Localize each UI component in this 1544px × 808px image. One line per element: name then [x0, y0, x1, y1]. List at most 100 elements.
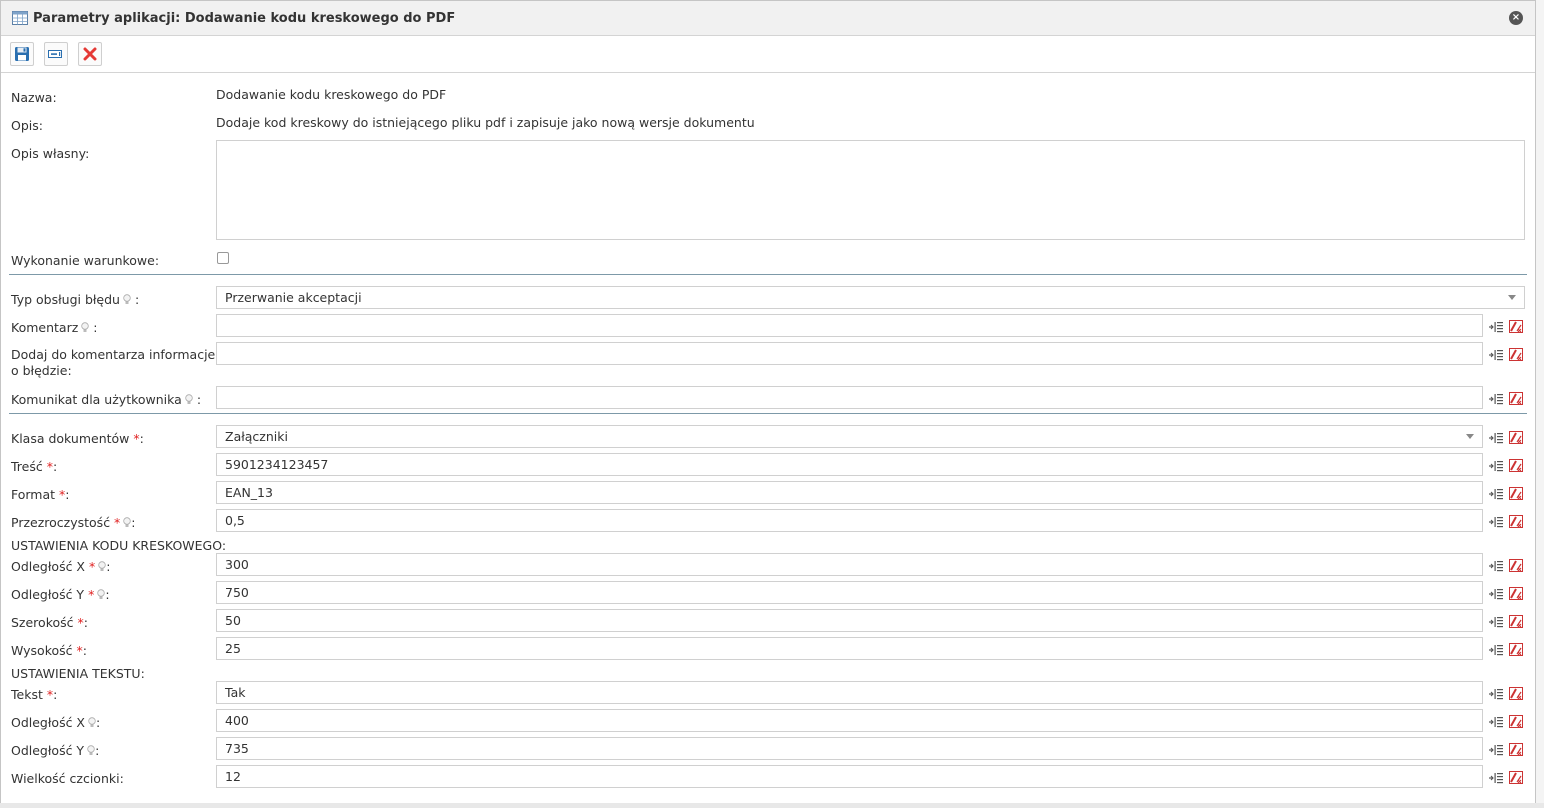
chevron-down-icon[interactable] — [1466, 434, 1474, 439]
insert-variable-icon[interactable] — [1488, 431, 1504, 445]
delete-button[interactable] — [78, 42, 102, 66]
colon: : — [83, 615, 88, 630]
insert-variable-icon[interactable] — [1488, 348, 1504, 362]
insert-variable-icon[interactable] — [1488, 771, 1504, 785]
width-label-text: Szerokość — [11, 615, 74, 630]
document-class-label-text: Klasa dokumentów — [11, 431, 130, 446]
dialog-title: Parametry aplikacji: Dodawanie kodu kres… — [33, 10, 456, 26]
clear-field-icon[interactable] — [1508, 319, 1524, 334]
clear-field-icon[interactable] — [1508, 770, 1524, 785]
colon: : — [96, 715, 101, 730]
own-description-label: Opis własny: — [11, 146, 90, 161]
document-class-select[interactable]: Załączniki — [216, 425, 1483, 448]
comment-label-text: Komentarz — [11, 320, 79, 335]
table-icon — [12, 11, 28, 25]
clear-field-icon[interactable] — [1508, 558, 1524, 573]
text-actions — [1488, 686, 1524, 701]
insert-variable-icon[interactable] — [1488, 559, 1504, 573]
barcode-distance-x-input[interactable]: 300 — [216, 553, 1483, 576]
own-description-textarea[interactable] — [216, 140, 1525, 240]
insert-variable-icon[interactable] — [1488, 515, 1504, 529]
barcode-distance-y-actions — [1488, 586, 1524, 601]
insert-variable-icon[interactable] — [1488, 587, 1504, 601]
height-actions — [1488, 642, 1524, 657]
insert-variable-icon[interactable] — [1488, 459, 1504, 473]
clear-field-icon[interactable] — [1508, 586, 1524, 601]
font-size-input[interactable]: 12 — [216, 765, 1483, 788]
barcode-settings-heading: USTAWIENIA KODU KRESKOWEGO: — [11, 538, 227, 553]
close-icon[interactable]: × — [1509, 11, 1523, 25]
format-label-text: Format — [11, 487, 56, 502]
variable-icon — [48, 50, 62, 58]
text-settings-heading: USTAWIENIA TEKSTU: — [11, 666, 145, 681]
name-value: Dodawanie kodu kreskowego do PDF — [216, 87, 447, 102]
barcode-distance-y-label: Odległość Y *: — [11, 587, 216, 603]
document-class-value: Załączniki — [225, 429, 288, 444]
text-label: Tekst *: — [11, 687, 216, 703]
barcode-distance-x-label-text: Odległość X — [11, 559, 85, 574]
content-input[interactable]: 5901234123457 — [216, 453, 1483, 476]
insert-variable-icon[interactable] — [1488, 392, 1504, 406]
clear-field-icon[interactable] — [1508, 686, 1524, 701]
vertical-scrollbar[interactable] — [1536, 0, 1544, 808]
clear-field-icon[interactable] — [1508, 347, 1524, 362]
insert-variable-icon[interactable] — [1488, 715, 1504, 729]
insert-variable-icon[interactable] — [1488, 643, 1504, 657]
error-type-select[interactable]: Przerwanie akceptacji — [216, 286, 1525, 309]
width-input[interactable]: 50 — [216, 609, 1483, 632]
text-input[interactable]: Tak — [216, 681, 1483, 704]
hint-bulb-icon[interactable] — [123, 294, 131, 305]
colon: : — [93, 320, 98, 335]
height-label-text: Wysokość — [11, 643, 73, 658]
user-message-input[interactable] — [216, 386, 1483, 409]
hint-bulb-icon[interactable] — [185, 394, 193, 405]
colon: : — [196, 392, 202, 407]
width-actions — [1488, 614, 1524, 629]
text-distance-y-input[interactable]: 735 — [216, 737, 1483, 760]
text-distance-y-label: Odległość Y: — [11, 743, 216, 759]
height-input[interactable]: 25 — [216, 637, 1483, 660]
clear-field-icon[interactable] — [1508, 486, 1524, 501]
hint-bulb-icon[interactable] — [81, 322, 89, 333]
colon: : — [65, 487, 70, 502]
clear-field-icon[interactable] — [1508, 642, 1524, 657]
clear-field-icon[interactable] — [1508, 458, 1524, 473]
insert-variable-icon[interactable] — [1488, 615, 1504, 629]
hint-bulb-icon[interactable] — [88, 717, 96, 728]
error-type-label: Typ obsługi błędu : — [11, 292, 216, 308]
save-button[interactable] — [10, 42, 34, 66]
insert-variable-button[interactable] — [44, 42, 68, 66]
colon: : — [53, 687, 58, 702]
add-error-info-input[interactable] — [216, 342, 1483, 365]
comment-input[interactable] — [216, 314, 1483, 337]
description-value: Dodaje kod kreskowy do istniejącego plik… — [216, 115, 755, 130]
dialog-titlebar: Parametry aplikacji: Dodawanie kodu kres… — [1, 1, 1535, 36]
colon: : — [52, 459, 58, 474]
hint-bulb-icon[interactable] — [87, 745, 95, 756]
clear-field-icon[interactable] — [1508, 430, 1524, 445]
conditional-execution-checkbox[interactable] — [217, 252, 229, 264]
section-divider — [9, 413, 1527, 414]
colon: : — [105, 587, 110, 602]
opacity-input[interactable]: 0,5 — [216, 509, 1483, 532]
insert-variable-icon[interactable] — [1488, 687, 1504, 701]
barcode-distance-y-input[interactable]: 750 — [216, 581, 1483, 604]
text-label-text: Tekst — [11, 687, 43, 702]
error-type-value: Przerwanie akceptacji — [225, 290, 362, 305]
document-class-actions — [1488, 430, 1524, 445]
description-label: Opis: — [11, 118, 43, 133]
colon: : — [131, 515, 136, 530]
format-input[interactable]: EAN_13 — [216, 481, 1483, 504]
insert-variable-icon[interactable] — [1488, 743, 1504, 757]
insert-variable-icon[interactable] — [1488, 487, 1504, 501]
colon: : — [106, 559, 111, 574]
chevron-down-icon[interactable] — [1508, 295, 1516, 300]
insert-variable-icon[interactable] — [1488, 320, 1504, 334]
text-distance-x-input[interactable]: 400 — [216, 709, 1483, 732]
user-message-label: Komunikat dla użytkownika : — [11, 392, 216, 408]
clear-field-icon[interactable] — [1508, 514, 1524, 529]
clear-field-icon[interactable] — [1508, 742, 1524, 757]
clear-field-icon[interactable] — [1508, 614, 1524, 629]
clear-field-icon[interactable] — [1508, 391, 1524, 406]
clear-field-icon[interactable] — [1508, 714, 1524, 729]
